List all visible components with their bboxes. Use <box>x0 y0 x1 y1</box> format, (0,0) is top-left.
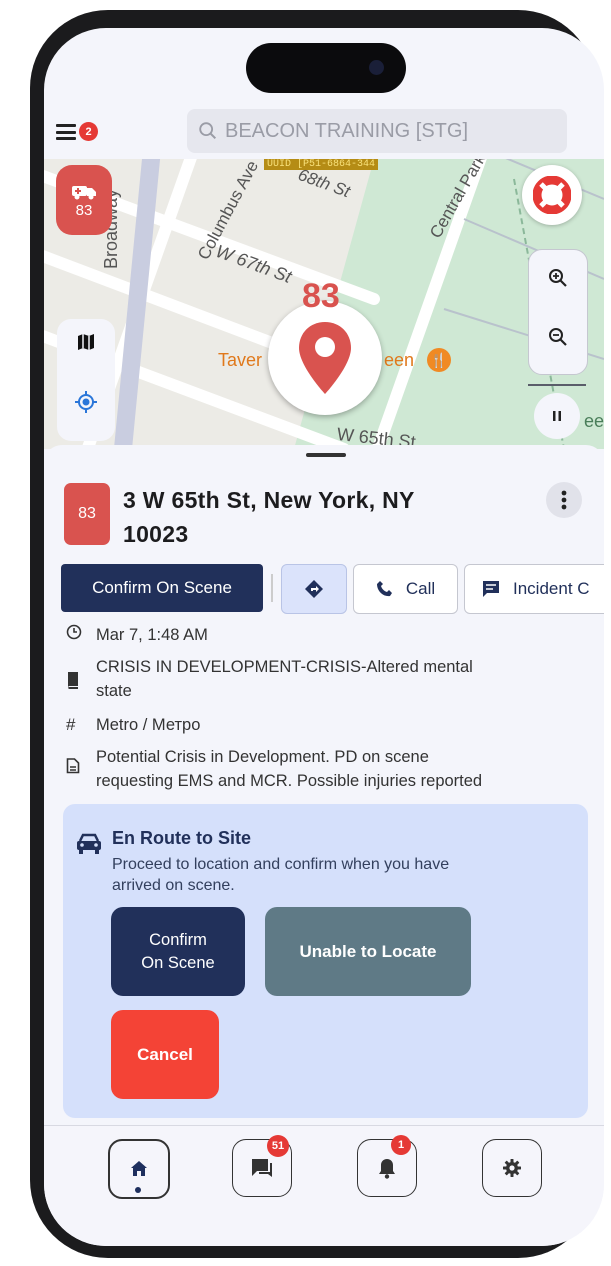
incident-chat-label: Incident C <box>513 579 590 598</box>
nav-home-button[interactable] <box>108 1139 170 1199</box>
hash-icon: # <box>66 715 76 734</box>
pause-icon <box>553 411 561 421</box>
cancel-button[interactable]: Cancel <box>111 1010 219 1099</box>
app-screen: 2 BEACON TRAINING [STG] UUID [P51-6864-3… <box>44 28 604 1246</box>
sos-button[interactable] <box>522 165 582 225</box>
notes-row: Potential Crisis in Development. PD on s… <box>66 745 482 793</box>
pause-button[interactable] <box>534 393 580 439</box>
gear-icon <box>503 1159 521 1177</box>
call-button[interactable]: Call <box>353 564 458 614</box>
area-row: # Metro / Метро <box>66 713 200 737</box>
home-icon <box>131 1161 147 1176</box>
zoom-out-icon <box>549 328 567 346</box>
task-description: Proceed to location and confirm when you… <box>112 854 449 896</box>
action-divider <box>271 574 273 602</box>
confirm-on-scene-label: Confirm On Scene <box>92 578 232 597</box>
incident-sheet: 83 3 W 65th St, New York, NY 10023 Confi… <box>44 445 604 1145</box>
incident-address: 3 W 65th St, New York, NY 10023 <box>123 483 503 551</box>
cancel-label: Cancel <box>137 1044 193 1064</box>
bottom-nav: 51 1 <box>44 1125 604 1246</box>
zoom-out-button[interactable] <box>540 319 576 355</box>
phone-icon <box>376 581 392 597</box>
incident-type-line-1: CRISIS IN DEVELOPMENT-CRISIS-Altered men… <box>96 658 473 676</box>
task-description-line-2: arrived on scene. <box>112 877 235 894</box>
marker-label: 83 <box>302 277 340 315</box>
bell-icon <box>379 1159 395 1179</box>
action-row: Confirm On Scene Call Incident C <box>61 564 604 614</box>
poi-label-right: een <box>384 350 415 370</box>
map-view[interactable]: UUID [P51-6864-344 Broadway Columbus Ave… <box>44 159 604 449</box>
task-confirm-button[interactable]: Confirm On Scene <box>111 907 245 996</box>
unit-fab[interactable]: 83 <box>56 165 112 235</box>
uuid-label: UUID [P51-6864-344 <box>264 159 379 170</box>
camera-icon <box>369 60 384 75</box>
task-description-line-1: Proceed to location and confirm when you… <box>112 856 450 873</box>
incident-type-line-2: state <box>96 682 132 700</box>
clock-icon <box>66 624 82 640</box>
incident-notes: Potential Crisis in Development. PD on s… <box>96 745 482 793</box>
edge-label: ee <box>584 411 604 431</box>
menu-badge: 2 <box>79 122 98 141</box>
incident-marker[interactable] <box>268 301 382 415</box>
incident-time: Mar 7, 1:48 AM <box>96 626 208 644</box>
incident-type: CRISIS IN DEVELOPMENT-CRISIS-Altered men… <box>96 655 473 703</box>
incident-chat-button[interactable]: Incident C <box>464 564 604 614</box>
messages-icon <box>252 1159 272 1177</box>
poi-label-left: Taver <box>218 350 263 370</box>
dynamic-island <box>246 43 406 93</box>
directions-icon <box>305 580 323 598</box>
time-row: Mar 7, 1:48 AM <box>66 623 208 647</box>
top-bar: 2 BEACON TRAINING [STG] <box>44 106 604 162</box>
ambulance-icon <box>72 185 96 199</box>
map-layers-button[interactable] <box>68 324 104 360</box>
sheet-handle[interactable] <box>306 453 346 457</box>
unit-badge: 83 <box>64 483 110 545</box>
nav-divider <box>44 1125 604 1126</box>
book-icon <box>68 672 78 689</box>
task-confirm-line-1: Confirm <box>149 930 207 949</box>
call-label: Call <box>405 579 436 598</box>
zoom-in-icon <box>549 269 567 287</box>
type-row: CRISIS IN DEVELOPMENT-CRISIS-Altered men… <box>66 655 473 703</box>
map-pin-icon <box>299 322 351 394</box>
car-icon <box>77 833 101 854</box>
control-divider <box>528 384 586 386</box>
task-title: En Route to Site <box>112 828 251 848</box>
search-icon <box>199 122 217 140</box>
unable-to-locate-label: Unable to Locate <box>299 941 437 961</box>
more-vertical-icon <box>561 490 567 510</box>
incident-notes-line-2: requesting EMS and MCR. Possible injurie… <box>96 772 483 790</box>
directions-button[interactable] <box>281 564 347 614</box>
confirm-on-scene-button[interactable]: Confirm On Scene <box>61 564 263 612</box>
task-confirm-line-2: On Scene <box>141 953 215 972</box>
locate-button[interactable] <box>68 384 104 420</box>
lifebuoy-icon <box>533 176 571 214</box>
unit-fab-label: 83 <box>75 201 93 219</box>
incident-notes-line-1: Potential Crisis in Development. PD on s… <box>96 748 429 766</box>
task-panel: En Route to Site Proceed to location and… <box>63 804 588 1118</box>
location-target-icon <box>75 391 97 413</box>
search-placeholder: BEACON TRAINING [STG] <box>225 119 468 142</box>
messages-badge: 51 <box>267 1135 289 1157</box>
map-icon <box>78 334 94 350</box>
zoom-in-button[interactable] <box>540 260 576 296</box>
unable-to-locate-button[interactable]: Unable to Locate <box>265 907 471 996</box>
restaurant-icon: 🍴 <box>427 348 451 372</box>
address-line-2: 10023 <box>123 521 189 547</box>
nav-active-dot <box>135 1187 141 1193</box>
search-bar[interactable]: BEACON TRAINING [STG] <box>187 109 567 153</box>
nav-settings-button[interactable] <box>482 1139 542 1197</box>
incident-area: Metro / Метро <box>96 716 201 734</box>
address-line-1: 3 W 65th St, New York, NY <box>123 487 415 513</box>
more-menu-button[interactable] <box>546 482 582 518</box>
alerts-badge: 1 <box>391 1135 411 1155</box>
menu-icon[interactable] <box>56 124 76 140</box>
chat-icon <box>483 581 499 597</box>
document-icon <box>66 758 80 774</box>
